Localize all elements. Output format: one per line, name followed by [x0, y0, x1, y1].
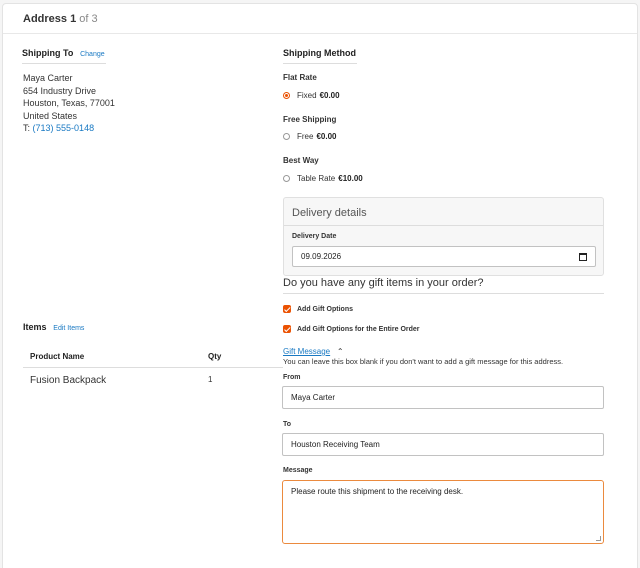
- shipping-address: Maya Carter 654 Industry Drive Houston, …: [23, 72, 223, 135]
- best-way-label: Table Rate: [297, 174, 336, 183]
- address-header: Address 1 of 3: [3, 4, 637, 34]
- flat-rate-price: €0.00: [319, 91, 340, 100]
- address-title: Address 1 of 3: [23, 13, 98, 25]
- item-qty: 1: [208, 375, 213, 384]
- free-shipping-price: €0.00: [316, 132, 337, 141]
- gift-message-toggle[interactable]: Gift Message ⌃: [283, 346, 344, 357]
- items-title: Items: [23, 322, 47, 332]
- gift-message-link[interactable]: Gift Message: [283, 347, 330, 356]
- gift-divider: [283, 293, 604, 294]
- chevron-up-icon: ⌃: [336, 347, 344, 356]
- calendar-icon[interactable]: [579, 253, 587, 261]
- col-product-name: Product Name: [30, 352, 85, 361]
- delivery-details-box: Delivery details Delivery Date 09.09.202…: [283, 197, 604, 276]
- resize-handle[interactable]: [596, 536, 601, 541]
- add-gift-options-label: Add Gift Options: [297, 305, 353, 313]
- address-of: of 3: [79, 13, 98, 25]
- add-gift-options-checkbox[interactable]: [283, 305, 291, 313]
- delivery-details-title: Delivery details: [292, 207, 367, 219]
- message-value: Please route this shipment to the receiv…: [291, 487, 464, 496]
- phone-prefix: T:: [23, 123, 31, 134]
- address-city: Houston, Texas, 77001: [23, 98, 115, 109]
- to-label: To: [283, 421, 292, 428]
- address-street: 654 Industry Drive: [23, 85, 97, 96]
- items-heading: Items Edit Items: [23, 322, 84, 333]
- delivery-date-value: 09.09.2026: [301, 252, 342, 261]
- add-gift-options-row[interactable]: Add Gift Options: [283, 305, 353, 313]
- gift-question: Do you have any gift items in your order…: [283, 277, 484, 289]
- shipping-to-heading: Shipping To Change: [22, 48, 106, 64]
- delivery-divider: [284, 225, 603, 226]
- to-input[interactable]: Houston Receiving Team: [282, 433, 604, 456]
- address-name: Maya Carter: [23, 73, 73, 83]
- flat-rate-option[interactable]: Fixed €0.00: [283, 91, 340, 100]
- to-value: Houston Receiving Team: [291, 440, 380, 449]
- address-index: 1: [70, 13, 77, 25]
- from-label: From: [283, 374, 301, 381]
- flat-rate-title: Flat Rate: [283, 73, 317, 82]
- delivery-date-label: Delivery Date: [292, 233, 337, 240]
- address-phone: T: (713) 555-0148: [23, 122, 223, 135]
- best-way-price: €10.00: [338, 174, 363, 183]
- flat-rate-label: Fixed: [297, 91, 317, 100]
- gift-message-note: You can leave this box blank if you don'…: [283, 357, 564, 366]
- message-label: Message: [283, 467, 313, 474]
- address-country: United States: [23, 110, 78, 121]
- shipping-method-heading: Shipping Method: [283, 48, 357, 64]
- best-way-title: Best Way: [283, 156, 319, 165]
- items-header-divider: [23, 367, 283, 368]
- add-gift-options-order-label: Add Gift Options for the Entire Order: [297, 325, 420, 333]
- radio-best-way[interactable]: [283, 175, 290, 182]
- radio-free-shipping[interactable]: [283, 133, 290, 140]
- from-value: Maya Carter: [291, 393, 336, 402]
- radio-flat-rate[interactable]: [283, 92, 290, 99]
- delivery-date-input[interactable]: 09.09.2026: [292, 246, 596, 267]
- add-gift-options-order-checkbox[interactable]: [283, 325, 291, 333]
- free-shipping-label: Free: [297, 132, 314, 141]
- free-shipping-title: Free Shipping: [283, 115, 337, 124]
- shipping-to-title: Shipping To: [22, 48, 74, 58]
- shipping-method-title: Shipping Method: [283, 48, 356, 58]
- edit-items-link[interactable]: Edit Items: [53, 325, 84, 332]
- col-qty: Qty: [208, 352, 222, 361]
- message-textarea[interactable]: Please route this shipment to the receiv…: [282, 480, 604, 544]
- change-address-link[interactable]: Change: [80, 51, 105, 58]
- from-input[interactable]: Maya Carter: [282, 386, 604, 409]
- address-word: Address: [23, 13, 68, 25]
- phone-link[interactable]: (713) 555-0148: [33, 123, 95, 133]
- item-name: Fusion Backpack: [30, 375, 107, 386]
- add-gift-options-order-row[interactable]: Add Gift Options for the Entire Order: [283, 325, 420, 333]
- best-way-option[interactable]: Table Rate €10.00: [283, 174, 363, 183]
- free-shipping-option[interactable]: Free €0.00: [283, 132, 336, 141]
